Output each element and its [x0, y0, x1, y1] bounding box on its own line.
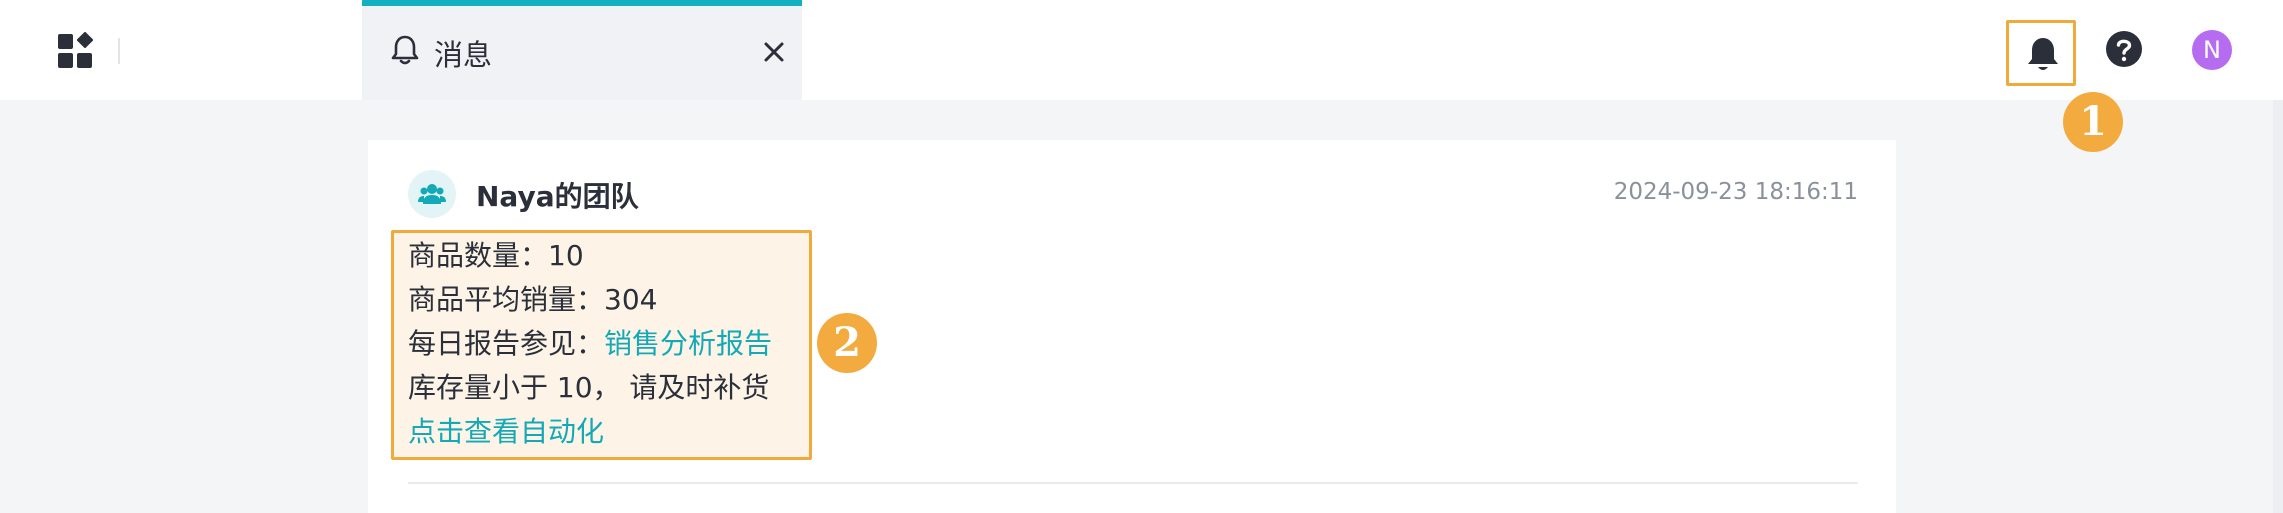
- tab-messages[interactable]: 消息: [362, 0, 802, 100]
- team-icon: [408, 170, 456, 218]
- sender-name: Naya的团队: [476, 180, 639, 213]
- tab-label: 消息: [434, 38, 493, 72]
- stock-warning-line: 库存量小于 10， 请及时补货: [408, 371, 770, 404]
- user-avatar[interactable]: N: [2192, 30, 2232, 70]
- automation-link[interactable]: 点击查看自动化: [408, 410, 772, 454]
- apps-grid-icon[interactable]: [58, 31, 96, 70]
- message-timestamp: 2024-09-23 18:16:11: [1613, 179, 1858, 205]
- topbar-divider: [118, 38, 120, 64]
- average-sales-line: 商品平均销量：304: [408, 283, 658, 316]
- close-icon[interactable]: [760, 38, 788, 66]
- annotation-marker-2: 2: [817, 313, 877, 373]
- help-icon[interactable]: [2105, 30, 2143, 68]
- top-bar: 消息 N: [0, 0, 2283, 100]
- bell-icon: [2028, 38, 2058, 70]
- sales-report-link[interactable]: 销售分析报告: [604, 327, 772, 360]
- product-count-line: 商品数量：10: [408, 239, 584, 272]
- annotation-marker-1: 1: [2063, 92, 2123, 152]
- message-divider: [408, 482, 1858, 484]
- message-body: 商品数量：10 商品平均销量：304 每日报告参见：销售分析报告 库存量小于 1…: [408, 234, 772, 454]
- message-card: Naya的团队 2024-09-23 18:16:11 商品数量：10 商品平均…: [368, 140, 1896, 513]
- daily-report-line: 每日报告参见：销售分析报告: [408, 322, 772, 366]
- scrollbar[interactable]: [2273, 100, 2283, 513]
- daily-report-prefix: 每日报告参见：: [408, 327, 605, 360]
- notifications-button[interactable]: [2006, 20, 2076, 86]
- bell-icon: [390, 34, 420, 66]
